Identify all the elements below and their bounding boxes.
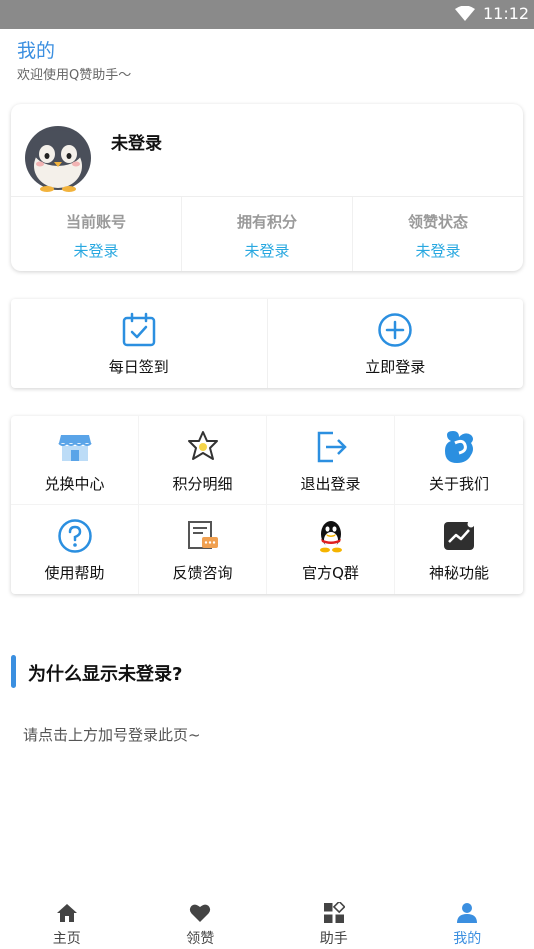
penguin-avatar[interactable] bbox=[17, 114, 99, 192]
grid-label: 关于我们 bbox=[428, 475, 489, 493]
grid-label: 积分明细 bbox=[172, 475, 233, 493]
page-subtitle: 欢迎使用Q赞助手～ bbox=[17, 68, 132, 83]
stat-label: 领赞状态 bbox=[407, 213, 468, 231]
tab-label: 助手 bbox=[319, 931, 348, 947]
logout-icon bbox=[317, 431, 347, 463]
app-logo-icon bbox=[445, 431, 473, 463]
person-icon bbox=[457, 903, 478, 923]
grid-item-mystery[interactable]: 神秘功能 bbox=[395, 505, 523, 594]
stats-row: 当前账号 未登录 拥有积分 未登录 领赞状态 未登录 bbox=[11, 196, 523, 271]
wifi-icon bbox=[455, 6, 475, 21]
chart-icon bbox=[444, 520, 475, 550]
section-title: 为什么显示未登录? bbox=[28, 664, 183, 685]
store-icon bbox=[57, 435, 92, 461]
tab-label: 领赞 bbox=[186, 931, 215, 947]
grid-label: 反馈咨询 bbox=[172, 564, 233, 582]
tab-home[interactable]: 主页 bbox=[0, 893, 134, 949]
grid-item-feedback[interactable]: 反馈咨询 bbox=[139, 505, 267, 594]
help-icon bbox=[57, 519, 92, 553]
status-bar: 11:12 bbox=[0, 0, 534, 29]
stat-account: 当前账号 未登录 bbox=[11, 197, 182, 271]
feature-grid: 兑换中心 积分明细 退出登录 关于我们 使用帮助 反馈咨询 官方Q群 神秘功能 bbox=[11, 416, 523, 594]
calendar-check-icon bbox=[122, 312, 155, 347]
grid-item-about[interactable]: 关于我们 bbox=[395, 416, 523, 505]
grid-label: 兑换中心 bbox=[44, 475, 105, 493]
grid-label: 神秘功能 bbox=[428, 564, 489, 582]
home-icon bbox=[56, 904, 77, 922]
grid-item-help[interactable]: 使用帮助 bbox=[11, 505, 139, 594]
grid-item-points-detail[interactable]: 积分明细 bbox=[139, 416, 267, 505]
username: 未登录 bbox=[111, 134, 162, 154]
tab-label: 我的 bbox=[453, 931, 482, 947]
qq-penguin-icon bbox=[319, 521, 342, 553]
stat-value: 未登录 bbox=[244, 242, 290, 260]
tab-label: 主页 bbox=[52, 931, 81, 947]
star-badge-icon bbox=[187, 431, 218, 460]
feedback-icon bbox=[187, 521, 218, 549]
action-label: 立即登录 bbox=[365, 358, 426, 376]
bottom-tab-bar: 主页 领赞 助手 我的 bbox=[0, 893, 534, 949]
stat-value: 未登录 bbox=[73, 242, 119, 260]
grid-item-qq-group[interactable]: 官方Q群 bbox=[267, 505, 395, 594]
tab-mine[interactable]: 我的 bbox=[401, 893, 534, 949]
heart-icon bbox=[190, 904, 211, 922]
stat-label: 当前账号 bbox=[65, 213, 126, 231]
grid-item-exchange[interactable]: 兑换中心 bbox=[11, 416, 139, 505]
grid-label: 使用帮助 bbox=[44, 564, 105, 582]
apps-icon bbox=[323, 902, 345, 923]
stat-label: 拥有积分 bbox=[236, 213, 297, 231]
login-now-button[interactable]: 立即登录 bbox=[268, 299, 524, 388]
grid-item-logout[interactable]: 退出登录 bbox=[267, 416, 395, 505]
tab-assistant[interactable]: 助手 bbox=[267, 893, 401, 949]
stat-points: 拥有积分 未登录 bbox=[182, 197, 353, 271]
page-title: 我的 bbox=[17, 40, 56, 62]
plus-circle-icon bbox=[378, 313, 412, 347]
stat-value: 未登录 bbox=[415, 242, 461, 260]
grid-label: 官方Q群 bbox=[302, 564, 359, 582]
stat-like-status: 领赞状态 未登录 bbox=[353, 197, 523, 271]
daily-checkin-button[interactable]: 每日签到 bbox=[11, 299, 268, 388]
action-label: 每日签到 bbox=[108, 358, 169, 376]
section-accent-bar bbox=[11, 655, 16, 688]
section-text: 请点击上方加号登录此页~ bbox=[23, 726, 201, 744]
grid-label: 退出登录 bbox=[300, 475, 361, 493]
action-card: 每日签到 立即登录 bbox=[11, 299, 523, 388]
status-time: 11:12 bbox=[483, 4, 530, 23]
profile-card: 未登录 当前账号 未登录 拥有积分 未登录 领赞状态 未登录 bbox=[11, 104, 523, 271]
tab-like[interactable]: 领赞 bbox=[134, 893, 268, 949]
